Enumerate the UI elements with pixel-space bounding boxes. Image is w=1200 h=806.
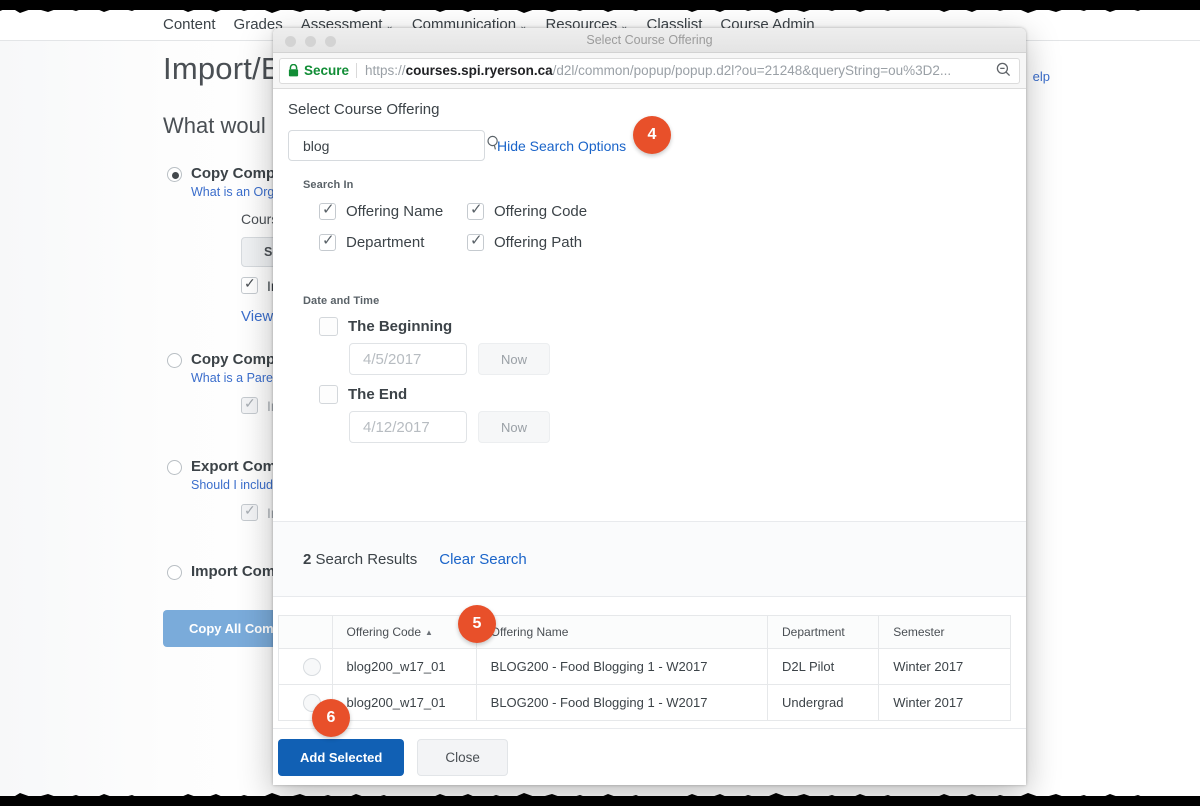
cell-offering-name: BLOG200 - Food Blogging 1 - W2017 [475,648,769,685]
date-and-time-section-label: Date and Time [303,295,380,307]
start-date-row: 4/5/2017 Now [349,343,1026,375]
column-offering-code[interactable]: Offering Code ▲ [331,615,477,649]
zoom-out-icon[interactable] [988,62,1011,80]
results-count-suffix: Search Results [311,550,418,568]
column-offering-name[interactable]: Offering Name [475,615,769,649]
results-table: Offering Code ▲ Offering Name Department … [278,615,1011,721]
checkbox-offering-path[interactable]: Offering Path [467,231,1026,251]
column-semester[interactable]: Semester [878,615,1011,649]
screenshot-root: Content Grades Assessment ⌄ Communication… [0,0,1200,806]
cell-offering-name: BLOG200 - Food Blogging 1 - W2017 [475,684,769,721]
search-in-options: Offering Name Offering Code Department O… [319,200,1026,251]
results-summary-strip: 2 Search Results Clear Search [273,521,1026,597]
browser-url-bar: Secure https://courses.spi.ryerson.ca/d2… [273,53,1026,89]
checkbox-offering-code[interactable]: Offering Code [467,200,1026,220]
end-date-now-button[interactable]: Now [478,411,550,443]
table-row[interactable]: blog200_w17_01 BLOG200 - Food Blogging 1… [278,684,1011,721]
search-in-section-label: Search In [303,179,354,191]
checkbox-offering-name[interactable]: Offering Name [319,200,467,220]
sort-ascending-icon: ▲ [425,628,433,638]
cell-offering-code: blog200_w17_01 [331,648,477,685]
navbar-item-content[interactable]: Content [163,16,216,33]
radio-copy-components-parent[interactable] [167,353,182,368]
checkbox-label: Offering Code [494,203,588,220]
radio-import-components[interactable] [167,565,182,580]
torn-edge-top [0,0,1200,13]
checkbox-label: Offering Name [346,203,444,220]
radio-export-components[interactable] [167,460,182,475]
search-input[interactable] [301,136,486,155]
results-count: 2 Search Results [303,551,417,568]
close-button[interactable]: Close [417,738,508,776]
cell-semester: Winter 2017 [878,684,1011,721]
popup-footer: Add Selected Close [273,728,1026,785]
checkbox-icon [467,231,484,251]
date-and-time-section: Date and Time The Beginning 4/5/2017 Now… [273,295,1026,443]
start-date-input[interactable]: 4/5/2017 [349,343,467,375]
popup-page-heading: Select Course Offering [288,101,440,118]
callout-badge-6: 6 [312,699,350,737]
checkbox-icon [241,395,258,414]
callout-badge-4: 4 [633,116,671,154]
url-scheme: https:// [365,63,406,78]
secure-label: Secure [304,63,350,78]
end-date-row: 4/12/2017 Now [349,411,1026,443]
window-titlebar: Select Course Offering [273,28,1026,53]
checkbox-label: Offering Path [494,234,583,251]
row-select-cell[interactable] [278,648,333,685]
cell-department: D2L Pilot [766,648,880,685]
radio-copy-components-org-unit[interactable] [167,167,182,182]
checkbox-icon [319,200,336,220]
hide-search-options-link[interactable]: Hide Search Options [497,138,626,154]
column-department[interactable]: Department [766,615,880,649]
end-date-input[interactable]: 4/12/2017 [349,411,467,443]
column-select [278,615,333,649]
table-header-row: Offering Code ▲ Offering Name Department … [278,615,1011,649]
row-radio[interactable] [303,657,321,676]
checkbox-icon [241,275,258,294]
cell-semester: Winter 2017 [878,648,1011,685]
lock-icon [288,64,299,77]
results-table-wrapper: Offering Code ▲ Offering Name Department … [273,615,1026,721]
url-field[interactable]: Secure https://courses.spi.ryerson.ca/d2… [279,57,1020,84]
checkbox-the-beginning[interactable]: The Beginning [319,317,1026,336]
column-label: Offering Code [346,625,422,639]
cell-offering-code: blog200_w17_01 [331,684,477,721]
checkbox-icon [319,317,338,336]
checkbox-department[interactable]: Department [319,231,467,251]
checkbox-icon [241,502,258,521]
checkbox-icon [467,200,484,220]
search-box[interactable] [288,130,498,161]
checkbox-label: The End [348,386,408,403]
checkbox-the-end[interactable]: The End [319,385,1026,404]
checkbox-label: The Beginning [348,318,453,335]
torn-edge-bottom [0,793,1200,806]
clear-search-link[interactable]: Clear Search [439,551,527,568]
checkbox-icon [319,385,338,404]
window-title: Select Course Offering [586,33,713,47]
callout-badge-5: 5 [458,605,496,643]
table-row[interactable]: blog200_w17_01 BLOG200 - Food Blogging 1… [278,648,1011,685]
checkbox-icon [319,231,336,251]
add-selected-button[interactable]: Add Selected [278,738,405,776]
checkbox-label: Department [346,234,425,251]
url-path: /d2l/common/popup/popup.d2l?ou=21248&que… [552,63,952,78]
navbar-label: Content [163,15,216,33]
url-host: courses.spi.ryerson.ca [405,63,553,78]
popup-page-content: Select Course Offering Hide Search Optio… [273,89,1026,785]
url-divider [356,63,358,78]
start-date-now-button[interactable]: Now [478,343,550,375]
cell-department: Undergrad [766,684,880,721]
